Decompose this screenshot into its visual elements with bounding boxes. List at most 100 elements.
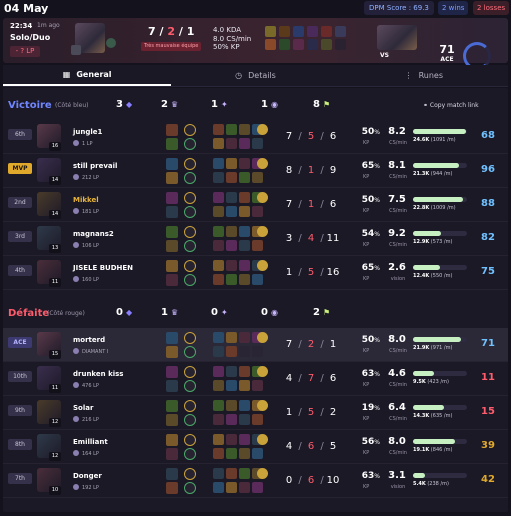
damage-text: 12.4K (550 /m) xyxy=(413,273,453,279)
item-icon xyxy=(239,192,250,203)
player-rank: 216 LP xyxy=(73,416,99,423)
kp-label: KP xyxy=(363,242,370,248)
cs-per-min: 8.0 xyxy=(388,436,406,447)
objective-voidgrub: 0 ◉ xyxy=(261,307,278,318)
team-side: (Côté rouge) xyxy=(47,310,85,317)
match-date: 04 May xyxy=(4,2,49,15)
damage-bar-fill xyxy=(413,197,463,202)
item-icon xyxy=(213,346,224,357)
player-name[interactable]: morterd xyxy=(73,336,105,344)
player-row[interactable]: 8th 12 Emilliant 164 LP 4/6/5 56% KP 8.0 CS/min 1… xyxy=(3,430,508,464)
cs-label: CS/min xyxy=(389,208,407,214)
player-name[interactable]: JISELE BUDHEN xyxy=(73,264,133,272)
item-icon xyxy=(252,274,263,285)
damage-bar-fill xyxy=(413,129,466,134)
tab-general[interactable]: ▦ General xyxy=(3,65,172,86)
item-icon xyxy=(252,482,263,493)
summoner-spell-icon xyxy=(166,400,178,412)
assists: 6 xyxy=(329,199,337,210)
kp-label: KP xyxy=(363,140,370,146)
trinket-icon xyxy=(257,468,268,479)
item-icon xyxy=(252,448,263,459)
champion-level: 12 xyxy=(49,452,61,461)
keystone-rune-icon xyxy=(184,332,196,344)
player-score: 82 xyxy=(481,232,495,243)
trinket-icon xyxy=(257,400,268,411)
player-score: 68 xyxy=(481,130,495,141)
copy-match-link[interactable]: ⚭ Copy match link xyxy=(423,102,479,109)
tower-icon: ⚑ xyxy=(322,100,331,109)
item-icon xyxy=(293,26,304,37)
item-icon xyxy=(213,448,224,459)
player-row[interactable]: 2nd 14 Mikkel 181 LP 7/1/6 50% KP 7.5 CS/min 22.8… xyxy=(3,188,508,222)
herald-icon: ✦ xyxy=(220,100,228,109)
player-row[interactable]: 4th 11 JISELE BUDHEN 160 LP 1/5/16 65% KP 2.6 vi… xyxy=(3,256,508,290)
item-icon xyxy=(252,414,263,425)
item-icon xyxy=(226,482,237,493)
assists: 5 xyxy=(329,441,337,452)
assists: 2 xyxy=(329,407,337,418)
item-icon xyxy=(293,39,304,50)
player-name[interactable]: drunken kiss xyxy=(73,370,123,378)
cs-label: vision xyxy=(390,276,406,282)
summoner-spell-icon xyxy=(166,260,178,272)
tab-details[interactable]: ◷ Details xyxy=(171,65,339,86)
secondary-rune-icon xyxy=(184,448,196,460)
match-time: 22:34 xyxy=(10,22,33,30)
item-icon xyxy=(213,206,224,217)
player-row[interactable]: ACE 15 morterd DIAMANT I 7/2/1 50% KP 8.0 CS/min… xyxy=(3,328,508,362)
champion-level: 11 xyxy=(49,384,61,393)
cs-per-min: 4.6 xyxy=(388,368,406,379)
damage-bar-fill xyxy=(413,371,434,376)
item-icon xyxy=(252,380,263,391)
percent-sign: % xyxy=(374,439,380,446)
player-name[interactable]: Donger xyxy=(73,472,102,480)
player-rank: DIAMANT I xyxy=(73,348,108,355)
objective-value: 2 xyxy=(161,99,168,110)
player-name[interactable]: jungle1 xyxy=(73,128,102,136)
player-row[interactable]: 10th 11 drunken kiss 476 LP 4/7/6 63% KP 4.6 CS/… xyxy=(3,362,508,396)
placement-badge: 6th xyxy=(8,129,32,140)
item-icon xyxy=(213,332,224,343)
objective-baron: 3 ◆ xyxy=(116,99,132,110)
player-score: 71 xyxy=(481,338,495,349)
match-summary[interactable]: 22:34 1m ago Solo/Duo - ? LP 7 / 2 / 1 T… xyxy=(3,18,508,70)
item-icon xyxy=(252,172,263,183)
secondary-rune-icon xyxy=(184,240,196,252)
keystone-rune-icon xyxy=(184,400,196,412)
tab-runes[interactable]: ⋮ Runes xyxy=(340,65,508,86)
item-icon xyxy=(307,39,318,50)
herald-icon: ✦ xyxy=(220,308,228,317)
percent-sign: % xyxy=(374,473,380,480)
player-row[interactable]: 9th 12 Solar 216 LP 1/5/2 19% KP 6.4 CS/min 14.3K… xyxy=(3,396,508,430)
player-name[interactable]: still prevail xyxy=(73,162,117,170)
item-icon xyxy=(321,26,332,37)
grid-icon: ▦ xyxy=(62,70,71,79)
item-icon xyxy=(213,240,224,251)
player-row[interactable]: 6th 16 jungle1 1 LP 7/5/6 50% KP 8.2 CS/min 24.6K… xyxy=(3,120,508,154)
summoner-spell-icon xyxy=(71,45,81,55)
secondary-rune-icon xyxy=(184,138,196,150)
item-icon xyxy=(226,124,237,135)
item-icon xyxy=(239,172,250,183)
champion-level: 14 xyxy=(49,210,61,219)
player-name[interactable]: magnans2 xyxy=(73,230,114,238)
cs-label: CS/min xyxy=(389,382,407,388)
player-name[interactable]: Emilliant xyxy=(73,438,108,446)
summoner-spell-icon xyxy=(166,172,178,184)
player-score: 75 xyxy=(481,266,495,277)
player-row[interactable]: MVP 14 still prevail 212 LP 8/1/9 65% KP 8.1 CS/… xyxy=(3,154,508,188)
player-name[interactable]: Mikkel xyxy=(73,196,99,204)
player-name[interactable]: Solar xyxy=(73,404,93,412)
percent-sign: % xyxy=(374,129,380,136)
objective-herald: 1 ✦ xyxy=(211,99,228,110)
player-row[interactable]: 7th 10 Donger 192 LP 0/6/10 63% KP 3.1 vision 5.4… xyxy=(3,464,508,498)
player-row[interactable]: 3rd 13 magnans2 106 LP 3/4/11 54% KP 9.2 CS/min 1… xyxy=(3,222,508,256)
objective-value: 0 xyxy=(211,307,218,318)
placement-badge: 8th xyxy=(8,439,32,450)
kill-participation: 50% xyxy=(361,127,380,137)
player-score: 42 xyxy=(481,474,495,485)
item-icon xyxy=(213,172,224,183)
damage-bar-fill xyxy=(413,405,444,410)
kill-participation: 63% xyxy=(361,369,380,379)
